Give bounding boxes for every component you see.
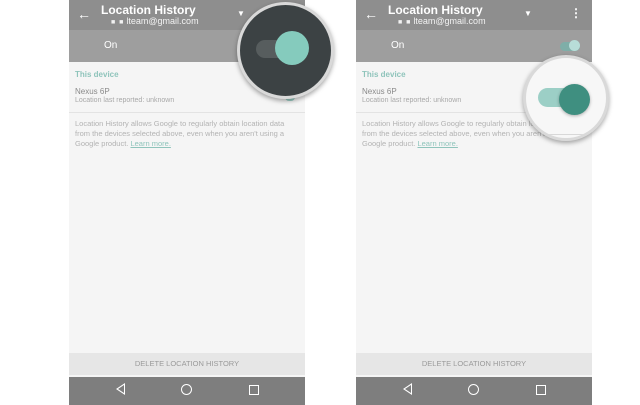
- divider: [69, 112, 305, 113]
- learn-more-link[interactable]: Learn more.: [417, 139, 457, 148]
- account-selector[interactable]: ■ ■ lteam@gmail.com: [111, 16, 199, 26]
- zoom-callout-device-toggle: [523, 55, 609, 141]
- arrow-left-icon[interactable]: ←: [364, 6, 378, 22]
- zoomed-toggle-knob[interactable]: [275, 31, 309, 65]
- section-header: This device: [362, 70, 406, 79]
- nav-back-triangle-icon[interactable]: [403, 383, 412, 395]
- delete-history-button[interactable]: DELETE LOCATION HISTORY: [69, 353, 305, 375]
- account-email: lteam@gmail.com: [413, 16, 486, 26]
- learn-more-link[interactable]: Learn more.: [130, 139, 170, 148]
- account-selector[interactable]: ■ ■ lteam@gmail.com: [398, 16, 486, 26]
- device-status: Location last reported: unknown: [362, 97, 462, 104]
- caret-down-icon[interactable]: ▼: [237, 9, 245, 18]
- on-label: On: [104, 40, 118, 51]
- on-label: On: [391, 40, 405, 51]
- info-body: Location History allows Google to regula…: [75, 119, 285, 148]
- account-prefix: ■ ■: [398, 19, 412, 26]
- system-nav-bar: [356, 377, 592, 405]
- zoom-callout-toggle-on: [237, 2, 334, 99]
- caret-down-icon[interactable]: ▼: [524, 9, 532, 18]
- nav-recents-square-icon[interactable]: [249, 385, 259, 395]
- nav-recents-square-icon[interactable]: [536, 385, 546, 395]
- app-bar: ← Location History ■ ■ lteam@gmail.com ▼ …: [356, 0, 592, 30]
- delete-history-button[interactable]: DELETE LOCATION HISTORY: [356, 353, 592, 375]
- device-status: Location last reported: unknown: [75, 97, 175, 104]
- app-title: Location History: [101, 3, 196, 17]
- nav-back-triangle-icon[interactable]: [116, 383, 125, 395]
- device-name: Nexus 6P: [362, 87, 397, 96]
- nav-home-circle-icon[interactable]: [468, 384, 479, 395]
- nav-home-circle-icon[interactable]: [181, 384, 192, 395]
- master-toggle-knob[interactable]: [569, 40, 580, 51]
- zoomed-divider: [526, 134, 606, 135]
- arrow-left-icon[interactable]: ←: [77, 6, 91, 22]
- info-text: Location History allows Google to regula…: [75, 119, 297, 149]
- account-email: lteam@gmail.com: [126, 16, 199, 26]
- app-title: Location History: [388, 3, 483, 17]
- more-vert-icon[interactable]: ⋮: [570, 6, 582, 20]
- device-name: Nexus 6P: [75, 87, 110, 96]
- system-nav-bar: [69, 377, 305, 405]
- section-header: This device: [75, 70, 119, 79]
- account-prefix: ■ ■: [111, 19, 125, 26]
- zoomed-toggle-knob[interactable]: [559, 84, 590, 115]
